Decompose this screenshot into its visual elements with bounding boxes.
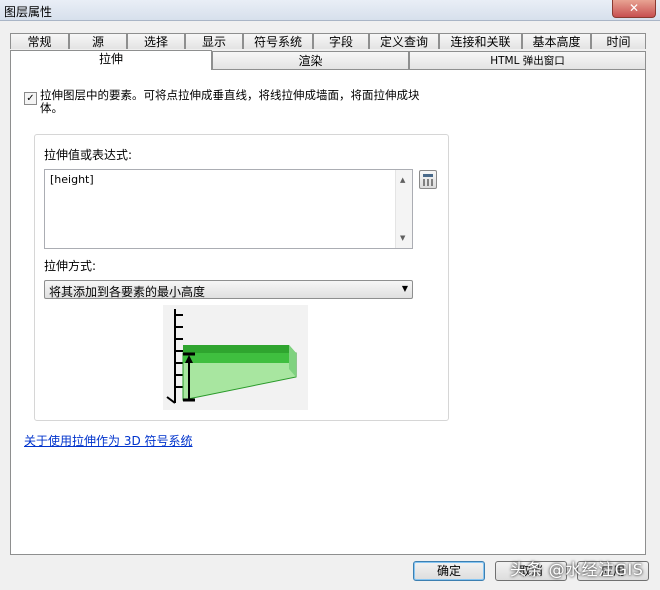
tab-time[interactable]: 时间: [591, 33, 646, 49]
window-title: 图层属性: [4, 5, 53, 19]
tab-rendering[interactable]: 渲染: [212, 51, 409, 69]
method-label: 拉伸方式:: [44, 259, 97, 273]
scroll-down-icon[interactable]: ▼: [400, 234, 405, 242]
tab-html-popup[interactable]: HTML 弹出窗口: [409, 51, 646, 69]
expression-builder-button[interactable]: [419, 170, 437, 189]
close-button[interactable]: ✕: [612, 0, 656, 18]
tab-symbology[interactable]: 符号系统: [243, 33, 313, 49]
extrude-checkbox-label: 拉伸图层中的要素。可将点拉伸成垂直线，将线拉伸成墙面，将面拉伸成块体。: [40, 88, 420, 115]
extrusion-method-select[interactable]: 将其添加到各要素的最小高度 ▼: [44, 280, 413, 299]
extrusion-method-value: 将其添加到各要素的最小高度: [49, 285, 206, 299]
scroll-up-icon[interactable]: ▲: [400, 176, 405, 184]
title-bar: 图层属性 ✕: [0, 0, 660, 21]
watermark: 头条 @水经注GIS: [510, 560, 644, 579]
tab-base-heights[interactable]: 基本高度: [522, 33, 591, 49]
expression-scrollbar[interactable]: ▲ ▼: [395, 170, 412, 248]
tab-general[interactable]: 常规: [10, 33, 69, 49]
chevron-down-icon: ▼: [401, 284, 408, 293]
tab-selection[interactable]: 选择: [127, 33, 185, 49]
extrude-checkbox[interactable]: ✓: [24, 92, 37, 105]
expression-input[interactable]: [height] ▲ ▼: [44, 169, 413, 249]
tab-display[interactable]: 显示: [185, 33, 243, 49]
tab-extrusion[interactable]: 拉伸: [10, 50, 212, 70]
extrusion-illustration: [163, 305, 308, 410]
calculator-icon: [423, 174, 433, 177]
ok-button[interactable]: 确定: [413, 561, 485, 581]
tab-fields[interactable]: 字段: [313, 33, 369, 49]
tab-definition-query[interactable]: 定义查询: [369, 33, 439, 49]
tab-joins-relates[interactable]: 连接和关联: [439, 33, 522, 49]
expression-label: 拉伸值或表达式:: [44, 148, 133, 162]
help-link[interactable]: 关于使用拉伸作为 3D 符号系统: [24, 432, 193, 449]
expression-value: [height]: [50, 173, 94, 186]
tab-source[interactable]: 源: [69, 33, 127, 49]
